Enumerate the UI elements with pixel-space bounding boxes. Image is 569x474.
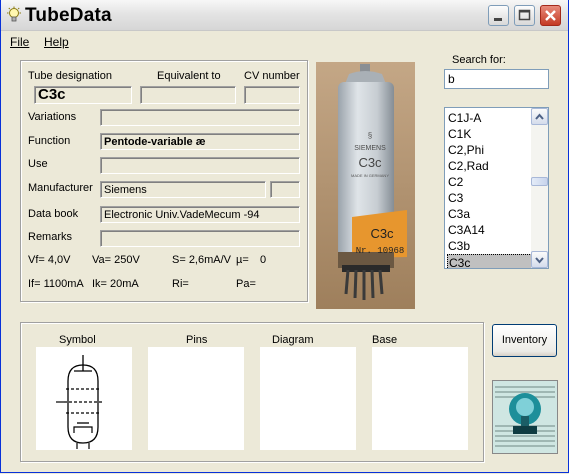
bulb-icon — [7, 6, 21, 22]
param-ri: Ri= — [172, 278, 189, 290]
base-label: Base — [372, 334, 398, 346]
use-field[interactable] — [100, 157, 300, 174]
photo-label-model: C3c — [370, 226, 394, 241]
tube-designation-field[interactable]: C3c — [34, 86, 132, 104]
tube-list-item[interactable]: C2,Rad — [447, 158, 533, 174]
svg-text:§: § — [368, 131, 372, 140]
param-ik: Ik= 20mA — [92, 278, 139, 290]
menu-file[interactable]: File — [10, 35, 29, 49]
manufacturer-code-field[interactable] — [270, 181, 300, 198]
param-vf: Vf= 4,0V — [28, 254, 71, 266]
manufacturer-label: Manufacturer — [28, 182, 93, 194]
close-button[interactable] — [540, 5, 561, 26]
param-pa: Pa= — [236, 278, 256, 290]
function-label: Function — [28, 135, 71, 147]
pentode-symbol-icon — [56, 355, 102, 449]
tube-list-item[interactable]: C2 — [447, 174, 533, 190]
photo-brand: SIEMENS — [354, 145, 386, 152]
param-mu-value: 0 — [260, 254, 267, 266]
manufacturer-field[interactable]: Siemens — [100, 181, 266, 198]
symbol-label: Symbol — [59, 334, 96, 346]
tube-list-item[interactable]: C1K — [447, 126, 533, 142]
scroll-down-icon — [535, 257, 544, 264]
photo-model: C3c — [358, 155, 382, 170]
logo-icon — [492, 380, 558, 454]
scroll-down-button[interactable] — [531, 251, 548, 268]
window-title: TubeData — [25, 5, 112, 26]
menu-file-label: File — [10, 35, 30, 49]
diagram-label: Diagram — [272, 334, 314, 346]
symbol-panel — [36, 347, 132, 450]
tube-listbox[interactable]: C1J-A C1K C2,Phi C2,Rad C2 C3 C3a C3A14 C3b C3c — [444, 107, 549, 269]
databook-field[interactable]: Electronic Univ.VadeMecum -94 — [100, 206, 300, 223]
param-va: Va= 250V — [92, 254, 140, 266]
diagram-panel — [260, 347, 356, 450]
maximize-icon — [518, 9, 531, 21]
use-label: Use — [28, 158, 48, 170]
minimize-button[interactable] — [488, 5, 509, 26]
databook-label: Data book — [28, 208, 79, 220]
minimize-icon — [494, 18, 502, 21]
title-bar[interactable]: TubeData — [1, 0, 568, 31]
tube-list-item[interactable]: C3A14 — [447, 222, 533, 238]
photo-label-nr: Nr. 10968 — [356, 246, 405, 256]
cv-number-label: CV number — [244, 70, 300, 82]
remarks-label: Remarks — [28, 231, 73, 243]
variations-label: Variations — [28, 111, 77, 123]
variations-field[interactable] — [100, 109, 300, 126]
listbox-scrollbar[interactable] — [531, 108, 548, 268]
cv-number-field[interactable] — [244, 86, 300, 104]
param-if: If= 1100mA — [28, 278, 84, 290]
tube-designation-label: Tube designation — [28, 70, 112, 82]
maximize-button[interactable] — [514, 5, 535, 26]
scroll-up-icon — [535, 113, 544, 120]
tube-list-item[interactable]: C3c — [447, 254, 532, 268]
search-label: Search for: — [452, 54, 506, 66]
scroll-up-button[interactable] — [531, 108, 548, 125]
main-window: TubeData File Help Tube designation Equi… — [0, 0, 569, 473]
tube-photo: § SIEMENS C3c MADE IN GERMANY C3c Nr. 10… — [316, 62, 415, 309]
base-panel — [372, 347, 468, 450]
menu-help-label: Help — [44, 35, 69, 49]
photo-made-in: MADE IN GERMANY — [351, 173, 389, 178]
param-s: S= 2,6mA/V — [172, 254, 232, 266]
tube-list-item[interactable]: C2,Phi — [447, 142, 533, 158]
search-input[interactable]: b — [444, 69, 549, 89]
menu-bar: File Help — [1, 32, 568, 52]
tube-list-item[interactable]: C1J-A — [447, 110, 533, 126]
close-icon — [545, 10, 556, 21]
pins-panel — [148, 347, 244, 450]
equivalent-field[interactable] — [140, 86, 236, 104]
equivalent-label: Equivalent to — [157, 70, 221, 82]
scroll-thumb[interactable] — [531, 177, 548, 186]
tube-list-item[interactable]: C3 — [447, 190, 533, 206]
pins-label: Pins — [186, 334, 208, 346]
function-field[interactable]: Pentode-variable æ — [100, 133, 300, 150]
menu-help[interactable]: Help — [44, 35, 69, 49]
remarks-field[interactable] — [100, 230, 300, 247]
tube-list-item[interactable]: C3a — [447, 206, 533, 222]
tube-list-item[interactable]: C3b — [447, 238, 533, 254]
inventory-button[interactable]: Inventory — [492, 324, 557, 357]
param-mu: µ= — [236, 254, 249, 266]
